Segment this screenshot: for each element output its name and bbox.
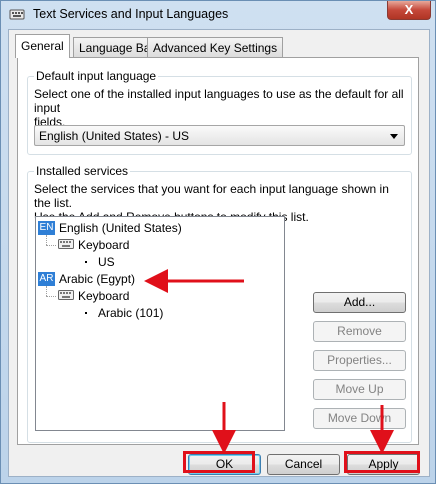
annotation-arrows (144, 269, 394, 454)
tab-general[interactable]: General (15, 34, 70, 58)
